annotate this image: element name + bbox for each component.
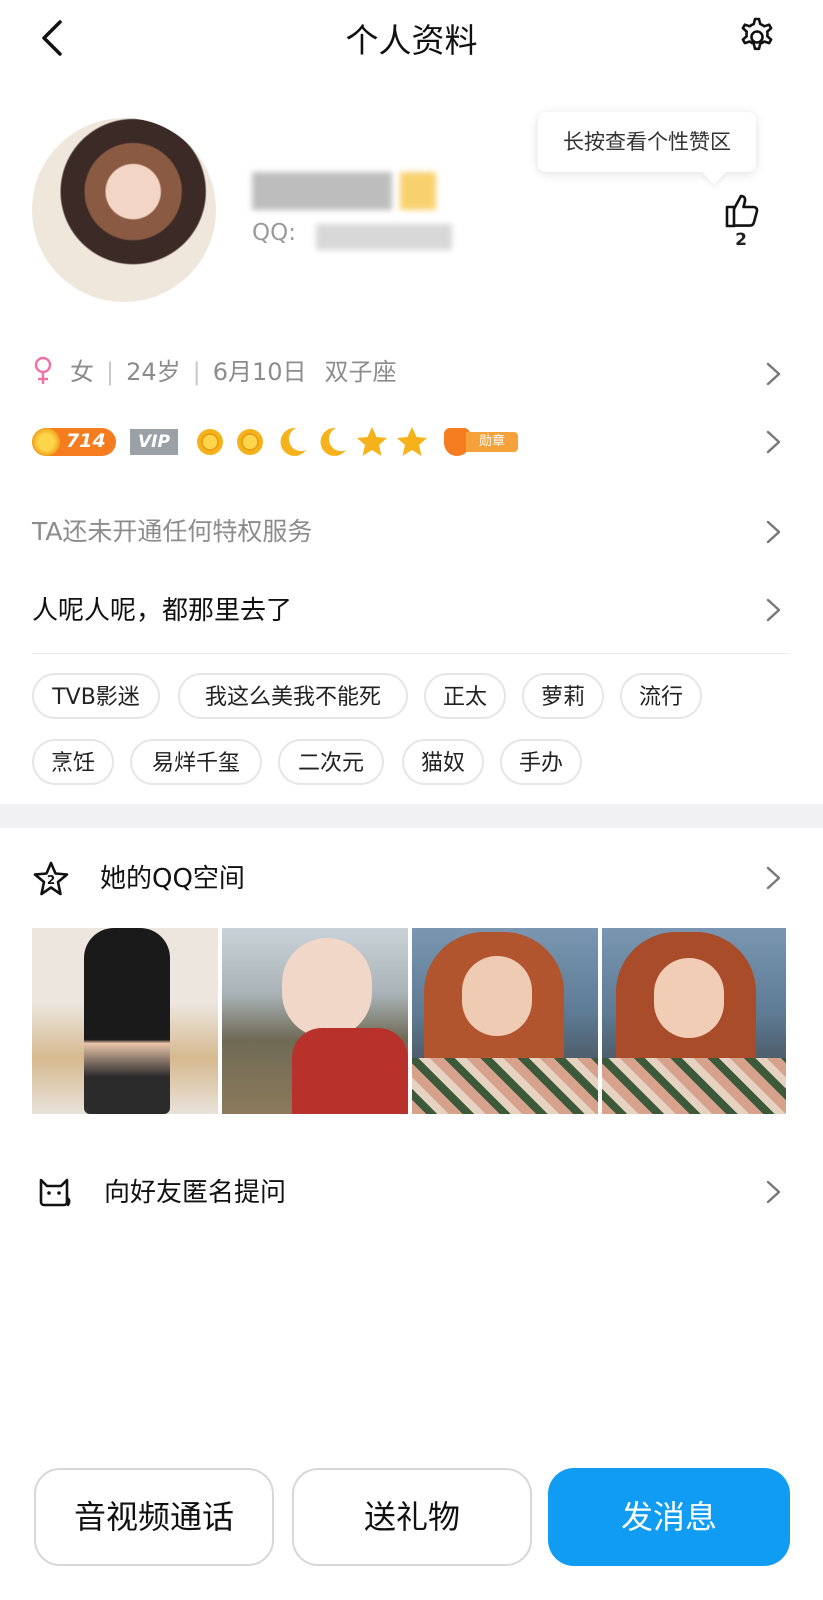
star-icon: [397, 427, 427, 456]
interest-tag[interactable]: 流行: [620, 673, 702, 719]
vip-tag-redacted: [400, 172, 436, 210]
qzone-row[interactable]: 2 她的QQ空间: [0, 852, 823, 904]
send-gift-button[interactable]: 送礼物: [292, 1468, 532, 1566]
interest-tag[interactable]: 正太: [424, 673, 506, 719]
photo-face: [462, 956, 532, 1036]
interest-tag[interactable]: 猫奴: [402, 739, 484, 785]
video-call-button[interactable]: 音视频通话: [34, 1468, 274, 1566]
anonymous-question-row[interactable]: 向好友匿名提问: [0, 1166, 823, 1218]
nickname-redacted: [252, 172, 392, 210]
gear-icon: [741, 17, 773, 51]
svg-text:2: 2: [47, 873, 55, 887]
moon-icon: [280, 427, 306, 456]
interest-tag[interactable]: 我这么美我不能死: [178, 673, 408, 719]
interest-tag[interactable]: 易烊千玺: [130, 739, 262, 785]
qq-number-label: QQ:: [252, 220, 296, 246]
info-text: 女 | 24岁 | 6月10日 双子座: [70, 352, 397, 387]
chevron-right-icon: [763, 1172, 783, 1212]
sun-icon: [197, 429, 223, 455]
gender-text: 女: [70, 358, 94, 386]
separator: |: [192, 358, 201, 386]
photo-figure: [84, 928, 170, 1114]
basic-info-row[interactable]: 女 | 24岁 | 6月10日 双子座: [0, 346, 823, 402]
settings-button[interactable]: [736, 16, 778, 58]
thumbs-up-icon: [725, 194, 759, 228]
qzone-photo[interactable]: [222, 928, 408, 1114]
qzone-photo[interactable]: [412, 928, 598, 1114]
interest-tag[interactable]: TVB影迷: [32, 673, 160, 719]
female-icon: [34, 356, 52, 384]
medal-badge: 勋章: [444, 428, 518, 456]
qq-number-redacted: [316, 224, 452, 250]
moon-icon: [320, 427, 346, 456]
page-title: 个人资料: [345, 21, 478, 60]
cat-icon: [39, 1178, 71, 1207]
qzone-title: 她的QQ空间: [100, 864, 245, 894]
photo-face: [654, 958, 724, 1038]
vip-badge: VIP: [130, 429, 178, 455]
star-icon: [357, 427, 387, 456]
medal-label: 勋章: [466, 432, 518, 452]
sun-icon: [237, 429, 263, 455]
privilege-row[interactable]: TA还未开通任何特权服务: [0, 508, 823, 558]
chevron-right-icon: [763, 422, 783, 462]
separator: |: [106, 358, 115, 386]
divider: [32, 653, 790, 654]
photo-clothes: [602, 1058, 786, 1114]
chevron-right-icon: [763, 590, 783, 630]
send-message-button[interactable]: 发消息: [548, 1468, 790, 1566]
qzone-photo[interactable]: [32, 928, 218, 1114]
signature-text: 人呢人呢，都那里去了: [32, 596, 293, 626]
chevron-right-icon: [763, 858, 783, 898]
photo-sweater: [292, 1028, 408, 1114]
interest-tag[interactable]: 萝莉: [522, 673, 604, 719]
avatar[interactable]: [32, 118, 216, 302]
like-tooltip: 长按查看个性赞区: [538, 112, 756, 172]
level-badge: 714: [32, 428, 116, 456]
signature-row[interactable]: 人呢人呢，都那里去了: [0, 586, 823, 636]
interest-tag[interactable]: 烹饪: [32, 739, 114, 785]
photo-clothes: [412, 1058, 598, 1114]
privilege-text: TA还未开通任何特权服务: [32, 517, 313, 546]
badges-row[interactable]: 714 VIP 勋章: [0, 420, 823, 470]
section-separator: [0, 804, 823, 828]
like-button[interactable]: [722, 190, 762, 230]
interest-tag[interactable]: 手办: [500, 739, 582, 785]
coin-icon: [32, 428, 60, 456]
qzone-photo[interactable]: [602, 928, 786, 1114]
photo-figure: [282, 938, 372, 1038]
zodiac-text: 双子座: [324, 358, 397, 386]
like-count: 2: [735, 230, 747, 250]
anonymous-question-title: 向好友匿名提问: [104, 1178, 287, 1208]
chevron-right-icon: [763, 512, 783, 552]
chevron-right-icon: [763, 354, 783, 394]
level-number: 714: [66, 430, 106, 452]
birthday-text: 6月10日: [212, 358, 307, 386]
qzone-star-icon: 2: [33, 861, 69, 896]
age-text: 24岁: [126, 358, 181, 386]
interest-tag[interactable]: 二次元: [278, 739, 384, 785]
